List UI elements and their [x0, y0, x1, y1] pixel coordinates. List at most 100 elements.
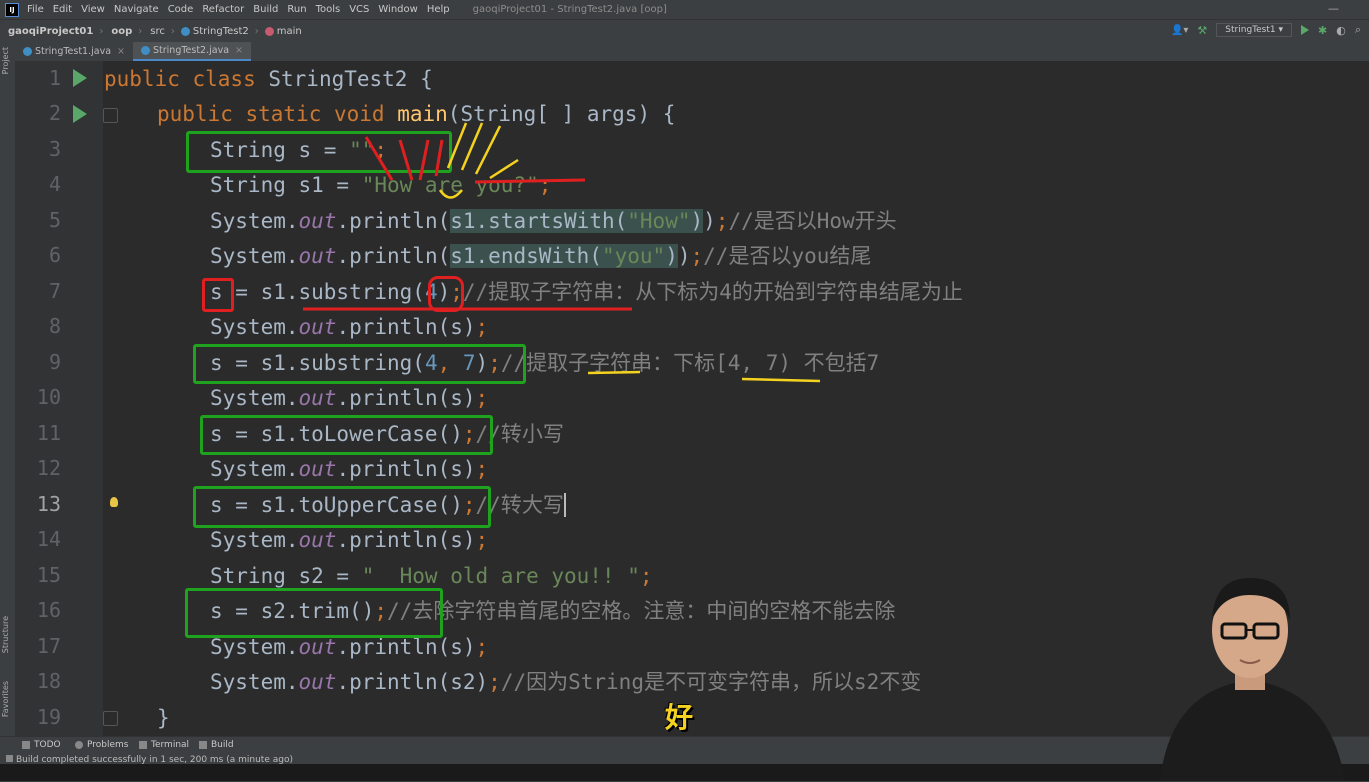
intellij-logo-icon[interactable]: IJ: [5, 2, 19, 17]
comment: //提取子字符串：从下标为4的开始到字符串结尾为止: [462, 280, 963, 304]
user-icon[interactable]: 👤▾: [1171, 25, 1188, 36]
line-number: 14: [36, 527, 61, 551]
tab-stringtest1[interactable]: StringTest1.java ×: [15, 42, 133, 61]
line-number: 5: [48, 208, 61, 232]
comment: //因为String是不可变字符串，所以s2不变: [500, 670, 922, 694]
close-icon[interactable]: ×: [235, 45, 243, 56]
structure-toolwindow-tab[interactable]: Structure: [1, 616, 10, 653]
method-icon: [264, 26, 274, 36]
tab-label: Build: [211, 740, 234, 750]
code-text: s = s1.substring(: [210, 280, 425, 304]
code-line-18: System.out.println(s2);//因为String是不可变字符串…: [210, 665, 921, 700]
code-text: .println(: [336, 209, 451, 233]
tab-label: Problems: [87, 740, 129, 750]
semicolon: ;: [475, 315, 489, 339]
line-number: 2: [48, 101, 61, 125]
static-field: out: [298, 670, 337, 694]
code-line-4: String s1 = "How are you?";: [210, 168, 551, 203]
green-annotation-box: [193, 486, 491, 528]
menu-vcs[interactable]: VCS: [349, 4, 369, 15]
menu-file[interactable]: File: [27, 4, 44, 15]
comment: //是否以you结尾: [703, 244, 872, 268]
red-annotation-box: [428, 276, 464, 312]
menu-code[interactable]: Code: [168, 4, 194, 15]
class-icon: [141, 46, 150, 55]
menu-build[interactable]: Build: [253, 4, 278, 15]
menu-help[interactable]: Help: [427, 4, 450, 15]
string-literal: "How": [627, 209, 691, 233]
run-main-icon[interactable]: [73, 105, 87, 123]
problems-toolwindow-tab[interactable]: Problems: [75, 740, 128, 750]
string-literal: " How old are you!! ": [361, 564, 640, 588]
tab-stringtest2[interactable]: StringTest2.java ×: [133, 42, 251, 61]
method-name: main: [397, 102, 448, 126]
menu-bar: IJ File Edit View Navigate Code Refactor…: [0, 0, 1369, 19]
green-annotation-box: [186, 131, 452, 173]
tab-label: StringTest1.java: [35, 46, 112, 57]
run-class-icon[interactable]: [73, 69, 87, 87]
minimize-icon[interactable]: —: [1328, 2, 1339, 15]
highlighted-text: s1.startsWith(: [450, 209, 628, 233]
menu-run[interactable]: Run: [287, 4, 306, 15]
line-number: 8: [48, 314, 61, 338]
green-annotation-box: [185, 588, 443, 638]
code-text: .println(s): [336, 315, 476, 339]
menu-window[interactable]: Window: [378, 4, 417, 15]
run-config-label: StringTest1: [1225, 25, 1276, 35]
breadcrumb-method[interactable]: main: [277, 26, 302, 37]
success-icon: [6, 755, 13, 762]
hammer-icon[interactable]: ⚒: [1197, 24, 1207, 37]
chevron-right-icon: ›: [254, 25, 259, 37]
code-text: System.: [210, 315, 299, 339]
breadcrumb-class[interactable]: StringTest2: [193, 26, 249, 37]
comment: //去除字符串首尾的空格。注意：中间的空格不能去除: [387, 599, 896, 623]
menu-view[interactable]: View: [81, 4, 105, 15]
run-config-select[interactable]: StringTest1 ▾: [1216, 23, 1292, 37]
keyword: public static void: [157, 102, 398, 126]
search-icon[interactable]: ⌕: [1355, 23, 1361, 37]
green-annotation-box: [200, 415, 493, 455]
comment: //是否以How开头: [728, 209, 897, 233]
code-text: .println(s): [336, 457, 476, 481]
code-line-14: System.out.println(s);: [210, 523, 488, 558]
code-text: .println(s): [336, 635, 476, 659]
breadcrumb-project[interactable]: gaoqiProject01: [8, 26, 93, 37]
menu-refactor[interactable]: Refactor: [202, 4, 244, 15]
semicolon: ;: [538, 173, 552, 197]
code-text: System.: [210, 244, 299, 268]
semicolon: ;: [475, 635, 489, 659]
todo-toolwindow-tab[interactable]: TODO: [22, 740, 61, 750]
run-icon[interactable]: [1301, 25, 1309, 35]
red-annotation-box: [202, 278, 234, 312]
presenter-webcam: [1160, 578, 1345, 781]
warning-icon: [75, 741, 83, 749]
coverage-icon[interactable]: ◐: [1336, 24, 1346, 37]
menu-tools[interactable]: Tools: [316, 4, 341, 15]
project-toolwindow-tab[interactable]: Project: [1, 47, 10, 74]
line-number: 6: [48, 243, 61, 267]
code-text: System.: [210, 670, 299, 694]
code-text: .println(s2): [336, 670, 489, 694]
code-line-12: System.out.println(s);: [210, 452, 488, 487]
chevron-right-icon: ›: [99, 25, 104, 37]
menu-navigate[interactable]: Navigate: [114, 4, 159, 15]
code-line-6: System.out.println(s1.endsWith("you"));/…: [210, 239, 871, 274]
build-toolwindow-tab[interactable]: Build: [199, 740, 234, 750]
menu-edit[interactable]: Edit: [53, 4, 72, 15]
close-icon[interactable]: ×: [117, 46, 125, 57]
highlighted-text: ): [665, 244, 678, 268]
semicolon: ;: [475, 386, 489, 410]
terminal-toolwindow-tab[interactable]: Terminal: [139, 740, 189, 750]
breadcrumb-module[interactable]: oop: [111, 26, 132, 37]
code-line-1: public class StringTest2 {: [104, 62, 433, 97]
video-subtitle: 好: [665, 701, 694, 734]
line-number: 3: [48, 137, 61, 161]
tab-label: Terminal: [151, 740, 190, 750]
code-text: }: [157, 706, 170, 730]
breadcrumb-src[interactable]: src: [150, 26, 165, 37]
debug-icon[interactable]: ✱: [1318, 24, 1327, 37]
line-number: 17: [36, 634, 61, 658]
static-field: out: [298, 244, 337, 268]
window-title: gaoqiProject01 - StringTest2.java [oop]: [472, 4, 667, 15]
favorites-toolwindow-tab[interactable]: Favorites: [1, 681, 10, 717]
